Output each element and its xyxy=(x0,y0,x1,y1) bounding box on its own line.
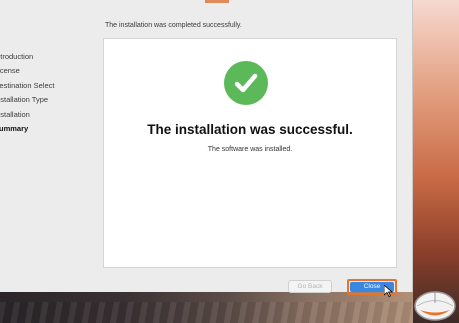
step-destination-select: Destination Select xyxy=(0,80,55,90)
screen: The installation was completed successfu… xyxy=(0,0,459,323)
step-installation-type: Installation Type xyxy=(0,95,49,105)
go-back-button[interactable]: Go Back xyxy=(288,280,332,293)
window-top-accent xyxy=(205,0,229,3)
installer-steps-sidebar: Introduction License Destination Select … xyxy=(0,50,95,136)
success-title: The installation was successful. xyxy=(147,122,353,137)
success-subtitle: The software was installed. xyxy=(207,146,293,153)
step-installation: Installation xyxy=(0,109,30,119)
window-header-text: The installation was completed successfu… xyxy=(105,22,242,29)
mouse-pointer-icon xyxy=(383,284,394,302)
step-summary: Summary xyxy=(0,123,29,133)
installer-window: The installation was completed successfu… xyxy=(0,0,413,295)
step-license: License xyxy=(0,66,20,76)
mouse-click-icon xyxy=(412,289,458,323)
checkmark-circle-icon xyxy=(224,61,268,105)
desktop-wallpaper xyxy=(413,0,459,323)
desktop-wallpaper-bottom xyxy=(0,292,413,323)
step-introduction: Introduction xyxy=(0,52,34,61)
summary-content-panel: The installation was successful. The sof… xyxy=(103,38,397,268)
